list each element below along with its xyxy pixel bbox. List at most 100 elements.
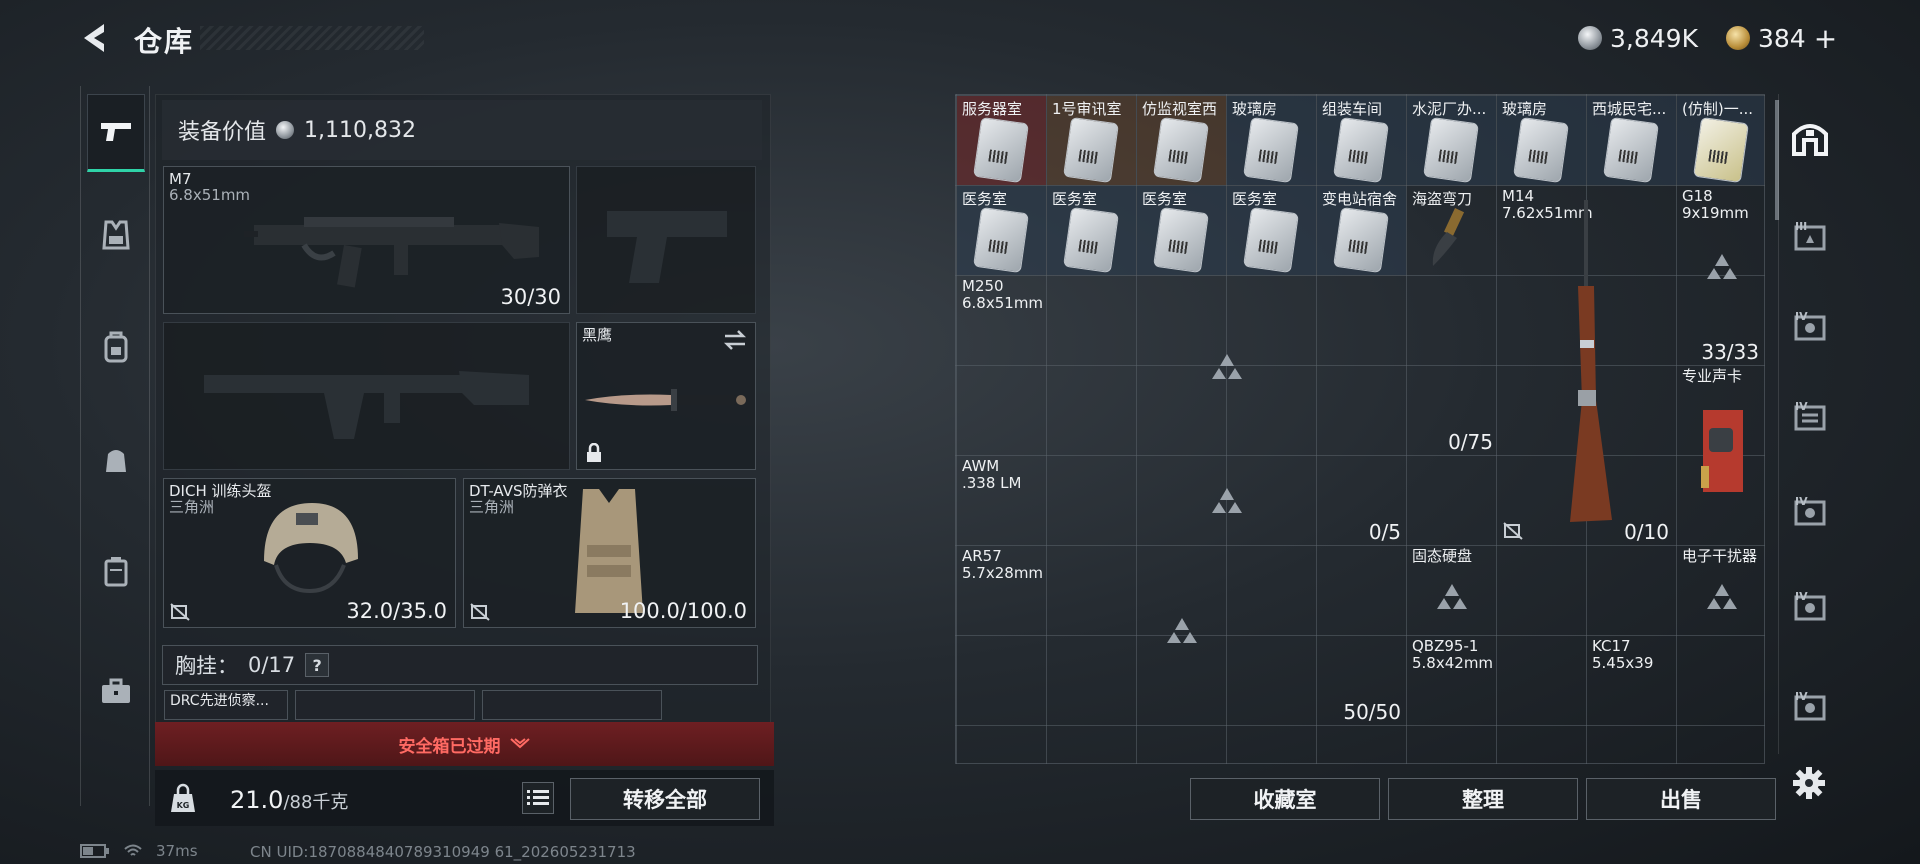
nav-weapons[interactable] xyxy=(87,94,145,172)
knife-icon xyxy=(585,389,746,411)
nav-chest-rig[interactable] xyxy=(87,196,145,274)
m250-item[interactable]: M250 6.8x51mm 0/75 xyxy=(957,276,1497,456)
storage-grid: 服务器室 1号审讯室 仿监视室西 玻璃房 组装车间 水泥厂办... 玻璃房 西城… xyxy=(955,94,1765,764)
item-name: 固态硬盘 xyxy=(1412,547,1473,565)
item-name: KC17 xyxy=(1592,637,1631,655)
keycard-item[interactable]: 服务器室 xyxy=(957,96,1046,185)
item-caliber: 9x19mm xyxy=(1682,204,1749,222)
keycard-item[interactable]: 医务室 xyxy=(957,186,1046,275)
rarity-icon xyxy=(1167,618,1197,643)
bag-icon xyxy=(106,450,126,472)
keycard-item[interactable]: 医务室 xyxy=(1137,186,1226,275)
keycard-item[interactable]: 西城民宅... xyxy=(1587,96,1676,185)
item-name: 电子干扰器 xyxy=(1682,547,1758,565)
ar57-item[interactable]: AR57 5.7x28mm 50/50 xyxy=(957,546,1407,726)
nav-bag[interactable] xyxy=(87,420,145,498)
keycard-item[interactable]: 医务室 xyxy=(1227,186,1316,275)
list-view-button[interactable] xyxy=(522,782,554,814)
secondary-rifle-slot[interactable] xyxy=(163,322,570,470)
nav-toolbox[interactable] xyxy=(87,652,145,730)
primary-weapon-ammo: 30/30 xyxy=(500,285,561,309)
item-ammo: 0/10 xyxy=(1624,520,1669,544)
case-tab[interactable]: III xyxy=(1787,214,1833,260)
rifle-icon xyxy=(1570,200,1612,522)
settings-gear-icon[interactable] xyxy=(1792,766,1826,800)
keycard-item[interactable]: 组装车间 xyxy=(1317,96,1406,185)
chest-rig-empty-slot[interactable] xyxy=(295,690,475,720)
gold-currency[interactable]: 384 + xyxy=(1726,22,1837,55)
curved-knife-icon xyxy=(1432,208,1465,266)
tier-badge: IV xyxy=(1795,400,1808,413)
keycard-item[interactable]: 1号审讯室 xyxy=(1047,96,1136,185)
kc17-item[interactable]: KC17 5.45x39 xyxy=(1587,636,1764,726)
primary-weapon-slot[interactable]: M7 6.8x51mm 30/30 xyxy=(163,166,570,314)
armor-slot[interactable]: DT-AVS防弹衣 三角洲 100.0/100.0 xyxy=(463,478,756,628)
keycard-item[interactable]: 玻璃房 xyxy=(1497,96,1586,185)
chest-rig-count: 0/17 xyxy=(248,653,296,677)
add-currency-button[interactable]: + xyxy=(1814,22,1837,55)
keycard-item[interactable]: 玻璃房 xyxy=(1227,96,1316,185)
repair-disabled-icon xyxy=(170,603,190,621)
chest-rig-slot[interactable]: DRC先进侦察... xyxy=(164,690,288,720)
qbz95-item[interactable]: QBZ95-1 5.8x42mm xyxy=(1407,636,1587,726)
item-name: G18 xyxy=(1682,187,1713,205)
tier-badge: IV xyxy=(1795,690,1808,703)
collection-room-button[interactable]: 收藏室 xyxy=(1190,778,1380,820)
back-button[interactable] xyxy=(78,20,112,56)
keycard-item[interactable]: 水泥厂办... xyxy=(1407,96,1496,185)
m14-item[interactable]: M14 7.62x51mm 0/10 xyxy=(1497,186,1677,546)
rarity-icon xyxy=(1437,584,1467,609)
case-tab[interactable]: IV xyxy=(1787,489,1833,535)
sound-card-item[interactable]: 专业声卡 xyxy=(1677,366,1764,546)
nav-case[interactable] xyxy=(87,532,145,610)
page-title: 仓库 xyxy=(134,25,195,58)
keycard-item[interactable]: 仿监视室西 xyxy=(1137,96,1226,185)
nav-backpack[interactable] xyxy=(87,308,145,386)
help-icon[interactable]: ? xyxy=(305,653,330,677)
svg-text:KG: KG xyxy=(177,801,190,810)
item-name: 医务室 xyxy=(1232,190,1278,208)
repair-disabled-icon xyxy=(1503,522,1523,540)
g18-item[interactable]: G18 9x19mm 33/33 xyxy=(1677,186,1764,366)
jammer-item[interactable]: 电子干扰器 xyxy=(1677,546,1764,636)
sell-button[interactable]: 出售 xyxy=(1586,778,1776,820)
case-tab[interactable]: IV xyxy=(1787,584,1833,630)
chest-rig-empty-slot[interactable] xyxy=(482,690,662,720)
transfer-all-button[interactable]: 转移全部 xyxy=(570,778,760,820)
secondary-weapon-slot[interactable] xyxy=(576,166,756,314)
keycard-item[interactable]: 变电站宿舍 xyxy=(1317,186,1406,275)
case-tab[interactable]: IV xyxy=(1787,684,1833,730)
helmet-slot[interactable]: DICH 训练头盔 三角洲 32.0/35.0 xyxy=(163,478,456,628)
organize-button[interactable]: 整理 xyxy=(1388,778,1578,820)
ssd-item[interactable]: 固态硬盘 xyxy=(1407,546,1497,636)
item-ammo: 33/33 xyxy=(1701,340,1759,364)
device-status: 37ms xyxy=(80,842,198,860)
case-tab[interactable]: IV xyxy=(1787,394,1833,440)
keycard-icon xyxy=(1333,206,1389,274)
keycard-item[interactable]: 医务室 xyxy=(1047,186,1136,275)
item-ammo: 0/75 xyxy=(1448,430,1493,454)
title-decoration xyxy=(200,26,424,50)
shelter-tab[interactable] xyxy=(1787,114,1833,160)
item-caliber: .338 LM xyxy=(962,474,1022,492)
case-tab[interactable]: IV xyxy=(1787,304,1833,350)
keycard-item[interactable]: (仿制)一... xyxy=(1677,96,1764,185)
safebox-status[interactable]: 安全箱已过期 xyxy=(155,722,774,766)
chest-rig-bar[interactable]: 胸挂： 0/17 ? xyxy=(162,645,758,685)
item-caliber: 5.45x39 xyxy=(1592,654,1654,672)
helmet-durability: 32.0/35.0 xyxy=(346,599,447,623)
pistol-icon xyxy=(101,123,131,141)
swap-icon[interactable] xyxy=(723,329,747,351)
keycard-icon xyxy=(1603,116,1659,184)
item-name: M14 xyxy=(1502,187,1535,205)
category-nav xyxy=(80,86,150,806)
knife-item[interactable]: 海盗弯刀 xyxy=(1407,186,1496,275)
keycard-icon xyxy=(1423,116,1479,184)
keycard-icon xyxy=(973,206,1029,274)
melee-slot[interactable]: 黑鹰 xyxy=(576,322,756,470)
storage-tabs: III IV IV IV IV IV xyxy=(1778,94,1840,754)
helmet-icon xyxy=(264,503,358,594)
item-caliber: 5.7x28mm xyxy=(962,564,1044,582)
awm-item[interactable]: AWM .338 LM 0/5 xyxy=(957,456,1407,546)
weight-value: 21.0/88千克 xyxy=(230,786,348,814)
